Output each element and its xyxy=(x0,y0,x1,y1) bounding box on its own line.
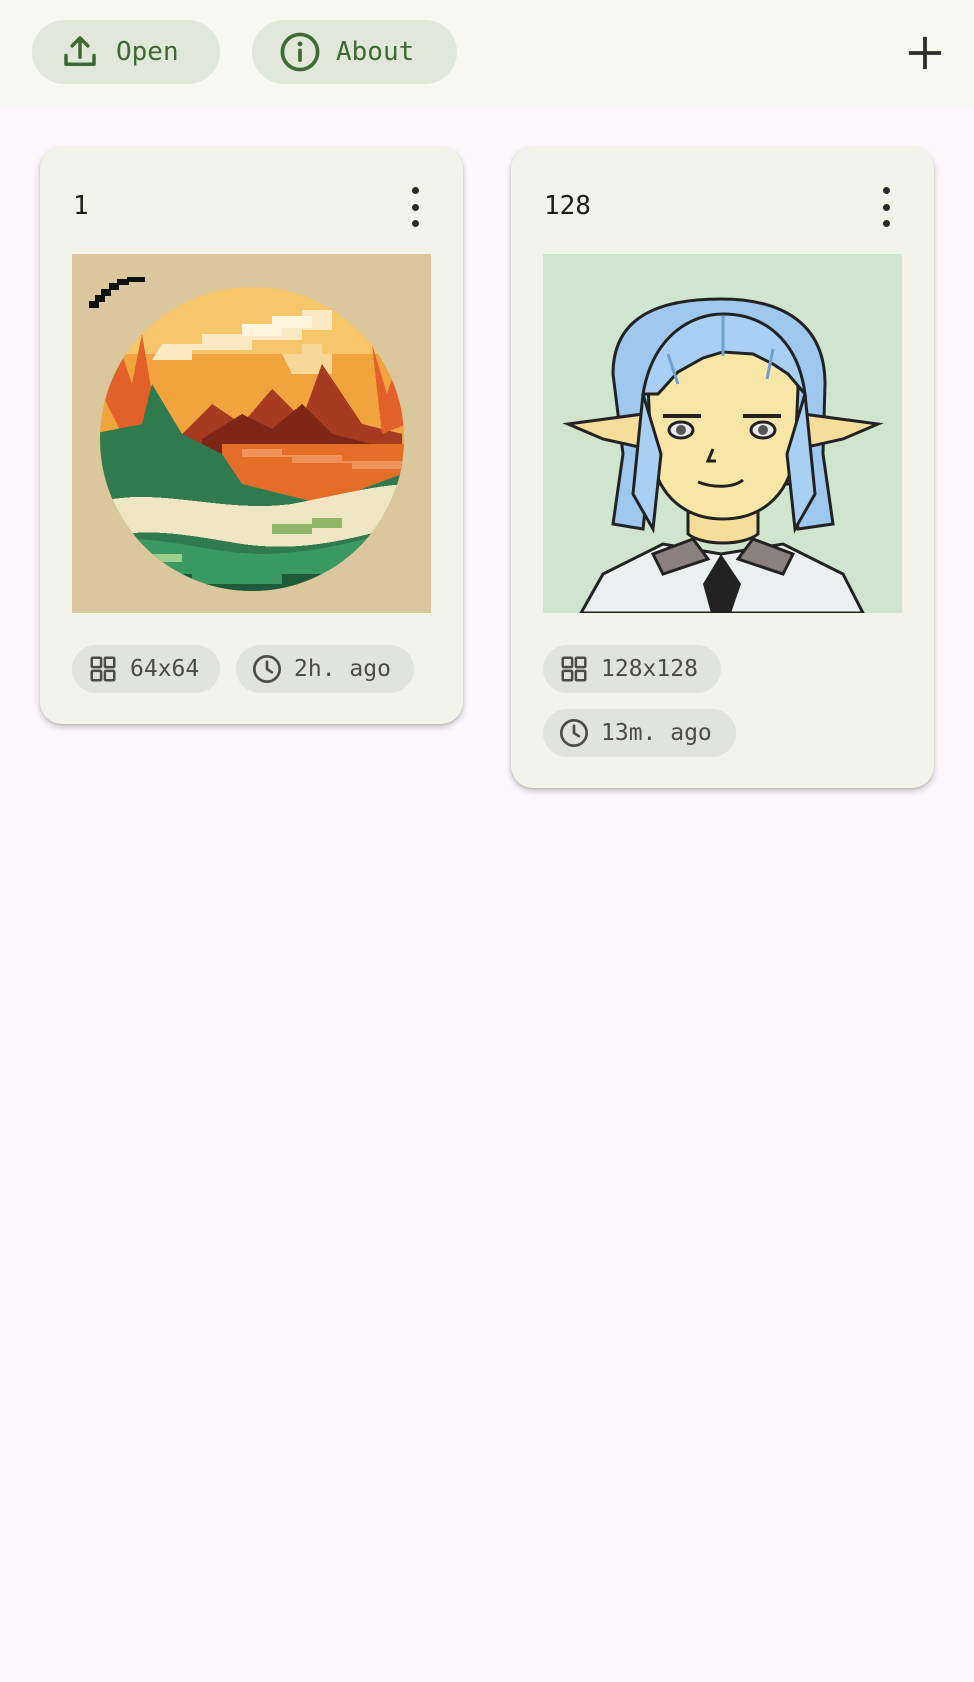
size-chip: 128x128 xyxy=(543,645,721,693)
more-vert-icon xyxy=(411,187,419,194)
open-button[interactable]: Open xyxy=(32,20,220,84)
about-button-label: About xyxy=(336,37,415,67)
project-card[interactable]: 128 128x128 13m. ago xyxy=(511,147,934,788)
add-project-button[interactable] xyxy=(900,28,950,78)
about-button[interactable]: About xyxy=(252,20,457,84)
grid-icon xyxy=(557,652,591,686)
project-thumbnail[interactable] xyxy=(543,254,902,613)
elf-portrait-pixel-art xyxy=(543,254,902,613)
open-button-label: Open xyxy=(116,37,179,67)
project-menu-button[interactable] xyxy=(405,187,425,227)
info-icon xyxy=(278,30,322,74)
project-card[interactable]: 1 64x64 2h. ago xyxy=(40,147,463,724)
plus-icon xyxy=(906,34,944,72)
landscape-pixel-art xyxy=(72,254,431,613)
clock-icon xyxy=(557,716,591,750)
size-label: 128x128 xyxy=(601,656,698,682)
time-label: 13m. ago xyxy=(601,720,712,746)
project-title: 1 xyxy=(73,191,89,221)
clock-icon xyxy=(250,652,284,686)
project-menu-button[interactable] xyxy=(876,187,896,227)
app-root: Open About 1 64x64 2h. ago 128 128x128 1… xyxy=(0,0,974,1682)
upload-icon xyxy=(58,30,102,74)
size-chip: 64x64 xyxy=(72,645,220,693)
project-title: 128 xyxy=(544,191,591,221)
time-label: 2h. ago xyxy=(294,656,391,682)
project-thumbnail[interactable] xyxy=(72,254,431,613)
top-toolbar: Open About xyxy=(0,0,974,107)
time-chip: 13m. ago xyxy=(543,709,736,757)
size-label: 64x64 xyxy=(130,656,200,682)
time-chip: 2h. ago xyxy=(236,645,414,693)
grid-icon xyxy=(86,652,120,686)
more-vert-icon xyxy=(882,187,890,194)
